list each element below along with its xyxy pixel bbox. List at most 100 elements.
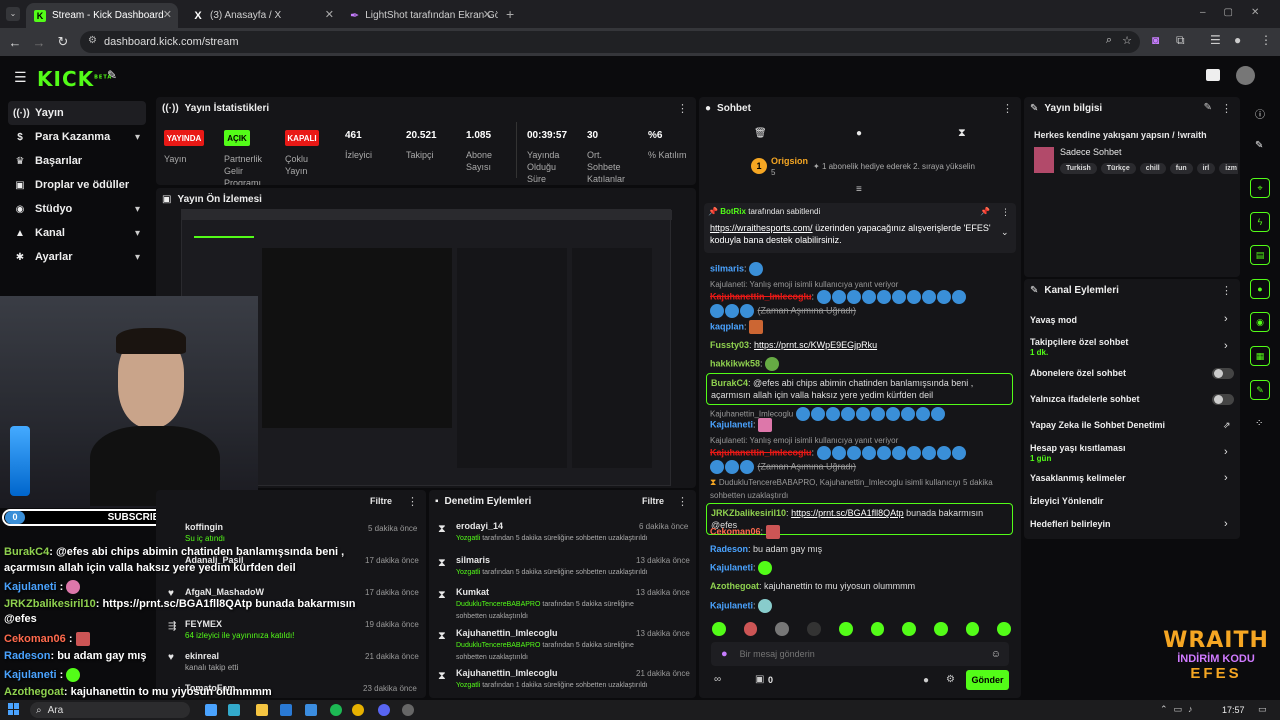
chevron-right-icon[interactable]: › bbox=[1224, 313, 1228, 325]
close-icon[interactable]: ✕ bbox=[325, 8, 334, 21]
sidebar-item-para-kazanma[interactable]: $ Para Kazanma ▾ bbox=[8, 125, 146, 149]
info-icon[interactable]: ⓘ bbox=[1255, 106, 1265, 121]
tab-x[interactable]: X (3) Anasayfa / X ✕ bbox=[184, 3, 340, 28]
sidebar-item-yayin[interactable]: ((·)) Yayın bbox=[8, 101, 146, 125]
chevron-right-icon[interactable]: › bbox=[1224, 472, 1228, 484]
filter-button[interactable]: Filtre bbox=[370, 496, 392, 506]
kick-logo[interactable]: KICKBETA bbox=[37, 67, 112, 91]
system-tray-icons[interactable]: ⌃▭♪ bbox=[1160, 704, 1199, 715]
action-slow-mode[interactable]: Yavaş mod bbox=[1030, 315, 1230, 325]
filter-button[interactable]: Filtre bbox=[642, 496, 664, 506]
chat-bubble-icon[interactable]: ● bbox=[856, 128, 862, 139]
forward-icon[interactable]: → bbox=[27, 35, 51, 50]
taskbar-app-icon[interactable] bbox=[305, 704, 317, 716]
zoom-icon[interactable]: ⌕ bbox=[1106, 34, 1112, 47]
emote-icon[interactable] bbox=[807, 622, 821, 636]
emote-icon[interactable] bbox=[965, 622, 980, 636]
taskbar-app-icon[interactable] bbox=[205, 704, 217, 716]
back-icon[interactable]: ← bbox=[3, 35, 27, 50]
document-icon[interactable]: ▤ bbox=[1250, 245, 1270, 265]
close-icon[interactable]: ✕ bbox=[483, 8, 492, 21]
edit-icon[interactable]: ✎ bbox=[1204, 102, 1212, 113]
hourglass-icon[interactable]: ⧗ bbox=[958, 127, 966, 140]
emote-only-toggle[interactable] bbox=[1212, 394, 1234, 405]
emote-icon[interactable] bbox=[870, 622, 885, 636]
chevron-down-icon[interactable]: ⌄ bbox=[1001, 227, 1009, 238]
taskbar-app-icon[interactable] bbox=[228, 704, 240, 716]
action-ai-moderation[interactable]: Yapay Zeka ile Sohbet Denetimi bbox=[1030, 420, 1230, 430]
trash-icon[interactable]: 🗑 bbox=[754, 128, 767, 139]
broadcast-icon[interactable]: ◉ bbox=[1250, 312, 1270, 332]
taskbar-app-icon[interactable] bbox=[402, 704, 414, 716]
pinned-link[interactable]: https://wraithesports.com/ bbox=[710, 223, 813, 233]
pencil-icon[interactable]: ✎ bbox=[1255, 140, 1263, 151]
menu-kebab-icon[interactable]: ⋮ bbox=[1260, 33, 1272, 47]
collapse-icon[interactable]: ≡ bbox=[856, 184, 862, 195]
taskbar-app-icon[interactable] bbox=[280, 704, 292, 716]
scan-icon[interactable]: ⌖ bbox=[1250, 178, 1270, 198]
lightning-icon[interactable]: ϟ bbox=[1250, 212, 1270, 232]
bookmark-star-icon[interactable]: ☆ bbox=[1122, 34, 1132, 47]
chevron-right-icon[interactable]: › bbox=[1224, 446, 1228, 458]
taskbar-search[interactable]: ⌕ Ara bbox=[30, 702, 190, 718]
layout-icon[interactable]: ▦ bbox=[1250, 346, 1270, 366]
chevron-right-icon[interactable]: › bbox=[1224, 340, 1228, 352]
emote-icon[interactable] bbox=[933, 622, 948, 636]
taskbar-app-icon[interactable] bbox=[330, 704, 342, 716]
tag-chip[interactable]: fun bbox=[1169, 163, 1193, 174]
taskbar-app-icon[interactable] bbox=[378, 704, 390, 716]
chat-link[interactable]: https://prnt.sc/BGA1fll8QAtp bbox=[791, 508, 904, 518]
kebab-menu-icon[interactable]: ⋮ bbox=[677, 495, 688, 508]
tab-kick-dashboard[interactable]: K Stream - Kick Dashboard ✕ bbox=[26, 3, 178, 28]
taskbar-app-icon[interactable] bbox=[352, 704, 364, 716]
emoji-icon[interactable]: ☺ bbox=[991, 649, 1001, 660]
kebab-menu-icon[interactable]: ⋮ bbox=[677, 102, 688, 115]
emote-icon[interactable] bbox=[838, 622, 853, 636]
extension-icon[interactable]: ◙ bbox=[1152, 33, 1159, 47]
site-info-icon[interactable]: ⚙ bbox=[88, 35, 97, 46]
action-raid[interactable]: İzleyici Yönlendir bbox=[1030, 496, 1230, 506]
tag-chip[interactable]: chill bbox=[1139, 163, 1166, 174]
kebab-menu-icon[interactable]: ⋮ bbox=[1001, 207, 1010, 218]
wrench-icon[interactable]: ✎ bbox=[1250, 380, 1270, 400]
media-icon[interactable]: ☰ bbox=[1210, 33, 1221, 47]
send-button[interactable]: Gönder bbox=[966, 670, 1009, 690]
kebab-menu-icon[interactable]: ⋮ bbox=[1002, 102, 1013, 115]
sidebar-item-kanal[interactable]: ▲ Kanal ▾ bbox=[8, 221, 146, 245]
window-controls[interactable]: –▢✕ bbox=[1200, 7, 1277, 18]
chat-rules-icon[interactable]: ● bbox=[923, 675, 929, 686]
pin-icon[interactable]: 📌 bbox=[980, 207, 990, 216]
sidebar-item-droplar[interactable]: ▣ Droplar ve ödüller bbox=[8, 173, 146, 197]
emote-icon[interactable] bbox=[997, 622, 1012, 636]
action-followers-only[interactable]: Takipçilere özel sohbet 1 dk. bbox=[1030, 337, 1230, 357]
more-icon[interactable]: ⁘ bbox=[1255, 418, 1263, 429]
action-banned-words[interactable]: Yasaklanmış kelimeler bbox=[1030, 473, 1230, 483]
external-link-icon[interactable]: ⇗ bbox=[1223, 420, 1231, 431]
points-icon[interactable]: ∞ bbox=[714, 674, 721, 685]
tab-lightshot[interactable]: ✒ LightShot tarafından Ekran Gör ✕ bbox=[342, 3, 498, 28]
gift-icon[interactable]: ▣ bbox=[755, 674, 764, 685]
chat-input[interactable] bbox=[739, 649, 970, 659]
chevron-right-icon[interactable]: › bbox=[1224, 518, 1228, 530]
avatar[interactable] bbox=[1236, 66, 1255, 85]
profile-icon[interactable]: ● bbox=[1234, 33, 1241, 47]
reload-icon[interactable]: ↻ bbox=[51, 34, 75, 50]
emote-icon[interactable] bbox=[743, 622, 758, 636]
chat-input-box[interactable]: ● ☺ bbox=[711, 642, 1009, 666]
sidebar-item-studyo[interactable]: ◉ Stüdyo ▾ bbox=[8, 197, 146, 221]
emote-icon[interactable] bbox=[902, 622, 916, 636]
sidebar-item-basarilar[interactable]: ♛ Başarılar bbox=[8, 149, 146, 173]
action-account-age[interactable]: Hesap yaşı kısıtlaması 1 gün bbox=[1030, 443, 1230, 463]
emote-icon[interactable] bbox=[775, 622, 790, 636]
action-goals[interactable]: Hedefleri belirleyin bbox=[1030, 519, 1230, 529]
tag-chip[interactable]: Türkçe bbox=[1100, 163, 1136, 174]
subscribers-only-toggle[interactable] bbox=[1212, 368, 1234, 379]
tab-search-button[interactable]: ⌄ bbox=[6, 7, 20, 21]
gear-icon[interactable]: ⚙ bbox=[946, 674, 955, 685]
taskbar-app-icon[interactable] bbox=[256, 704, 268, 716]
kebab-menu-icon[interactable]: ⋮ bbox=[1221, 284, 1232, 297]
tag-chip[interactable]: irl bbox=[1196, 163, 1216, 174]
emote-icon[interactable] bbox=[712, 622, 726, 636]
tag-chip[interactable]: izm bbox=[1219, 163, 1238, 174]
studio-mode-icon[interactable] bbox=[1206, 69, 1220, 81]
